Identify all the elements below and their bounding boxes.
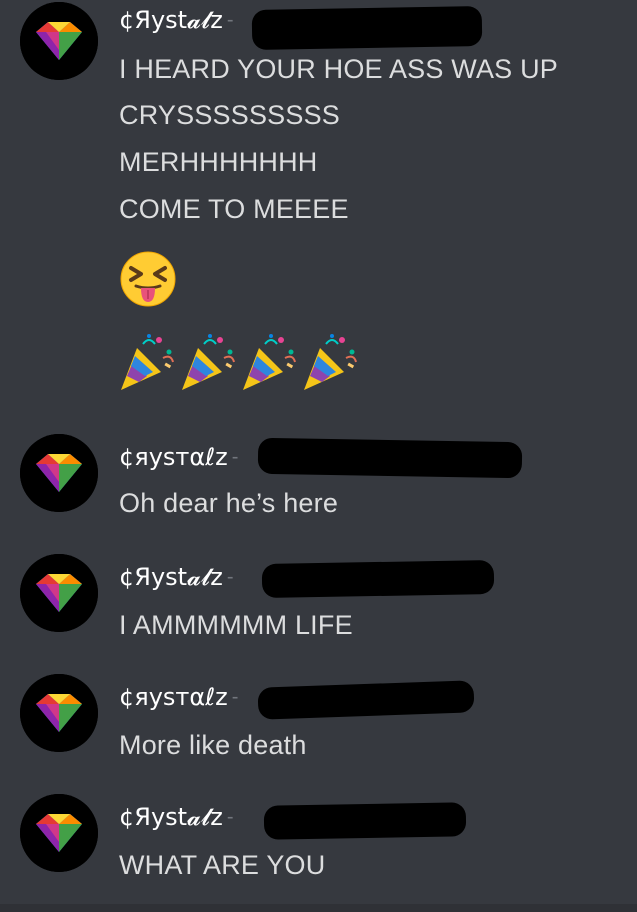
diamond-avatar[interactable] [20, 2, 98, 80]
message-line: More like death [119, 730, 307, 760]
redaction-mark [263, 802, 467, 840]
diamond-avatar[interactable] [20, 794, 98, 872]
redaction-mark [257, 680, 475, 720]
diamond-avatar[interactable] [20, 554, 98, 632]
separator: - [226, 805, 234, 828]
bottom-divider [0, 904, 637, 912]
username[interactable]: ¢яysтαℓz [119, 683, 228, 711]
separator: - [226, 8, 234, 31]
username[interactable]: ¢Яyst𝓪𝓵z [119, 803, 223, 831]
redaction-mark [257, 437, 523, 479]
emoji-row [119, 250, 177, 308]
chat-messages: ¢Яyst𝓪𝓵z - I HEARD YOUR HOE ASS WAS UP C… [0, 0, 637, 912]
message-line: WHAT ARE YOU [119, 850, 326, 880]
party-popper-emoji [121, 334, 174, 390]
separator: - [231, 445, 239, 468]
message-line: I HEARD YOUR HOE ASS WAS UP [119, 54, 558, 84]
message-line: MERHHHHHHH [119, 147, 318, 177]
separator: - [226, 565, 234, 588]
username[interactable]: ¢Яyst𝓪𝓵z [119, 563, 223, 591]
message-line: I AMMMMMM LIFE [119, 610, 353, 640]
redaction-mark [251, 5, 483, 51]
username[interactable]: ¢яysтαℓz [119, 443, 228, 471]
message-line: CRYSSSSSSSSS [119, 100, 340, 130]
party-popper-row [119, 330, 362, 392]
message-line: Oh dear he’s here [119, 488, 339, 518]
party-popper-emoji [182, 334, 235, 390]
redaction-mark [261, 559, 495, 599]
diamond-avatar[interactable] [20, 434, 98, 512]
separator: - [231, 685, 239, 708]
diamond-avatar[interactable] [20, 674, 98, 752]
squinting-face-with-tongue-emoji [120, 251, 176, 307]
username[interactable]: ¢Яyst𝓪𝓵z [119, 6, 223, 34]
party-popper-emoji [304, 334, 357, 390]
message-line: COME TO MEEEE [119, 194, 349, 224]
party-popper-emoji [243, 334, 296, 390]
